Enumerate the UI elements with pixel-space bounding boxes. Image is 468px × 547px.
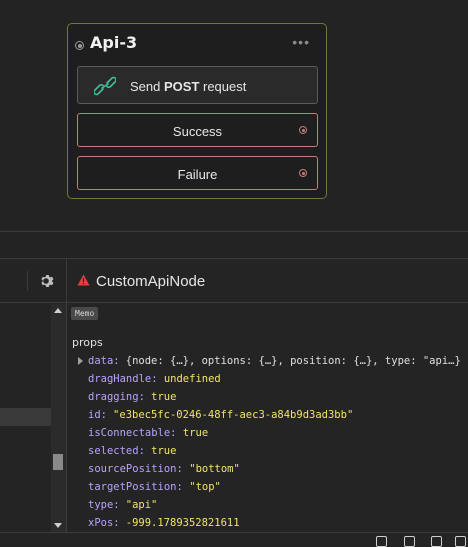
source-icon[interactable] [455,536,466,547]
prop-key: dragHandle: [88,373,158,385]
prop-key: data: [88,355,120,367]
outlet-failure[interactable]: Failure [77,156,318,190]
scroll-up-icon[interactable] [54,308,62,313]
flow-canvas[interactable]: Api-3 ••• Send POST request Success Fail… [0,0,468,232]
prop-value[interactable]: "e3bec5fc-0246-48ff-aec3-a84b9d3ad3bb" [113,409,353,421]
prop-value[interactable]: "bottom" [189,463,240,475]
scroll-down-icon[interactable] [54,523,62,528]
ellipsis-icon[interactable]: ••• [292,35,310,49]
divider [0,231,468,232]
scroll-thumb[interactable] [53,454,63,470]
prop-value[interactable]: "api" [126,499,158,511]
prop-key: selected: [88,445,145,457]
gear-icon[interactable] [38,273,54,289]
prop-key: sourcePosition: [88,463,183,475]
component-name: CustomApiNode [96,273,206,290]
prop-key: id: [88,409,107,421]
prop-row[interactable]: isConnectable: true [67,425,468,443]
prop-key: type: [88,499,120,511]
prop-row[interactable]: selected: true [67,443,468,461]
send-request-button[interactable]: Send POST request [77,66,318,104]
prop-value[interactable]: undefined [164,373,221,385]
prop-row[interactable]: targetPosition: "top" [67,479,468,497]
inspect-icon[interactable] [376,536,387,547]
toolbar-separator [27,271,28,291]
node-target-handle-icon[interactable] [75,41,84,50]
tree-scrollbar[interactable] [51,304,66,532]
props-pane: CustomApiNode Memo props data: {node: {…}… [67,259,468,544]
api-node[interactable]: Api-3 ••• Send POST request Success Fail… [67,23,327,199]
devtools-bottom-bar [0,532,468,547]
prop-row[interactable]: xPos: -999.1789352821611 [67,515,468,533]
prop-row[interactable]: type: "api" [67,497,468,515]
prop-row[interactable]: dragging: true [67,389,468,407]
tree-toolbar [0,259,66,303]
props-title: props [72,336,103,349]
prop-row[interactable]: data: {node: {…}, options: {…}, position:… [67,353,468,371]
prop-value[interactable]: true [183,427,208,439]
node-header: Api-3 ••• [68,24,326,62]
suspend-icon[interactable] [404,536,415,547]
prop-value[interactable]: true [151,391,176,403]
component-tree-list[interactable] [0,304,51,544]
prop-key: isConnectable: [88,427,177,439]
outlet-success-handle-icon[interactable] [299,126,307,134]
link-icon [94,76,116,96]
prop-key: dragging: [88,391,145,403]
component-tree-pane [0,259,67,544]
prop-row[interactable]: sourcePosition: "bottom" [67,461,468,479]
node-title: Api-3 [90,33,138,52]
component-header: CustomApiNode [67,259,468,303]
prop-value[interactable]: true [151,445,176,457]
outlet-success-label: Success [172,124,223,139]
tree-selected-row[interactable] [0,408,51,426]
prop-row[interactable]: id: "e3bec5fc-0246-48ff-aec3-a84b9d3ad3bb… [67,407,468,425]
outlet-success[interactable]: Success [77,113,318,147]
expand-caret-icon[interactable] [78,357,83,365]
prop-key: xPos: [88,517,120,529]
prop-row[interactable]: dragHandle: undefined [67,371,468,389]
log-icon[interactable] [431,536,442,547]
memo-badge: Memo [71,307,99,320]
outlet-failure-label: Failure [177,167,218,182]
prop-key: targetPosition: [88,481,183,493]
outlet-failure-handle-icon[interactable] [299,169,307,177]
send-request-label: Send POST request [130,79,247,94]
warning-icon [77,274,90,286]
prop-value[interactable]: "top" [189,481,221,493]
devtools-panel: CustomApiNode Memo props data: {node: {…}… [0,258,468,547]
prop-value[interactable]: -999.1789352821611 [126,517,240,529]
prop-value[interactable]: {node: {…}, options: {…}, position: {…},… [126,355,461,367]
